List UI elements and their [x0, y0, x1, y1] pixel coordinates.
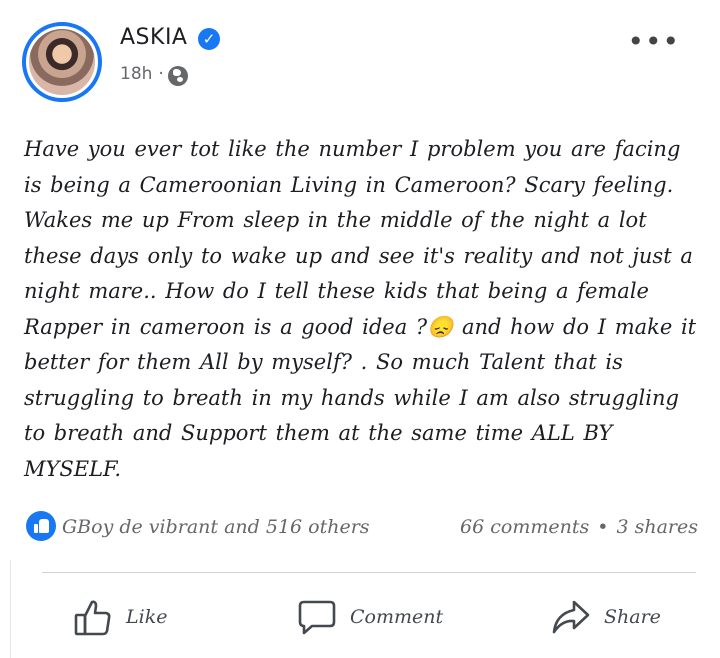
- action-bar: Like Comment Share: [0, 594, 720, 644]
- thumbs-up-icon: [74, 600, 111, 636]
- share-label: Share: [604, 606, 661, 628]
- comments-count[interactable]: 66 comments: [460, 516, 589, 538]
- more-options-icon[interactable]: •••: [627, 28, 680, 56]
- speech-bubble-icon: [298, 600, 336, 635]
- like-label: Like: [126, 606, 168, 628]
- verified-badge-icon: ✓: [198, 28, 220, 50]
- globe-icon[interactable]: [168, 66, 188, 86]
- share-button[interactable]: Share: [550, 594, 661, 640]
- avatar[interactable]: [22, 22, 102, 102]
- post-time[interactable]: 18h: [120, 64, 152, 84]
- like-button[interactable]: Like: [72, 594, 167, 640]
- divider: [42, 572, 696, 573]
- meta-separator: ·: [158, 64, 164, 84]
- author-name[interactable]: ASKIA: [120, 25, 187, 50]
- share-arrow-icon: [552, 600, 590, 634]
- shares-count[interactable]: 3 shares: [616, 516, 698, 538]
- post-stats: GBoy de vibrant and 516 others 66 commen…: [22, 508, 698, 548]
- counts-separator: •: [597, 516, 609, 538]
- post-meta: 18h ·: [120, 64, 170, 84]
- comment-label: Comment: [350, 606, 444, 628]
- post-body-text: Have you ever tot like the number I prob…: [24, 137, 697, 481]
- engagement-counts: 66 comments • 3 shares: [460, 516, 698, 538]
- reactors-summary[interactable]: GBoy de vibrant and 516 others: [62, 516, 370, 538]
- post-header: ASKIA ✓ 18h · •••: [22, 22, 702, 112]
- comment-button[interactable]: Comment: [296, 594, 443, 640]
- like-reaction-icon[interactable]: [26, 511, 56, 541]
- avatar-image: [29, 29, 95, 95]
